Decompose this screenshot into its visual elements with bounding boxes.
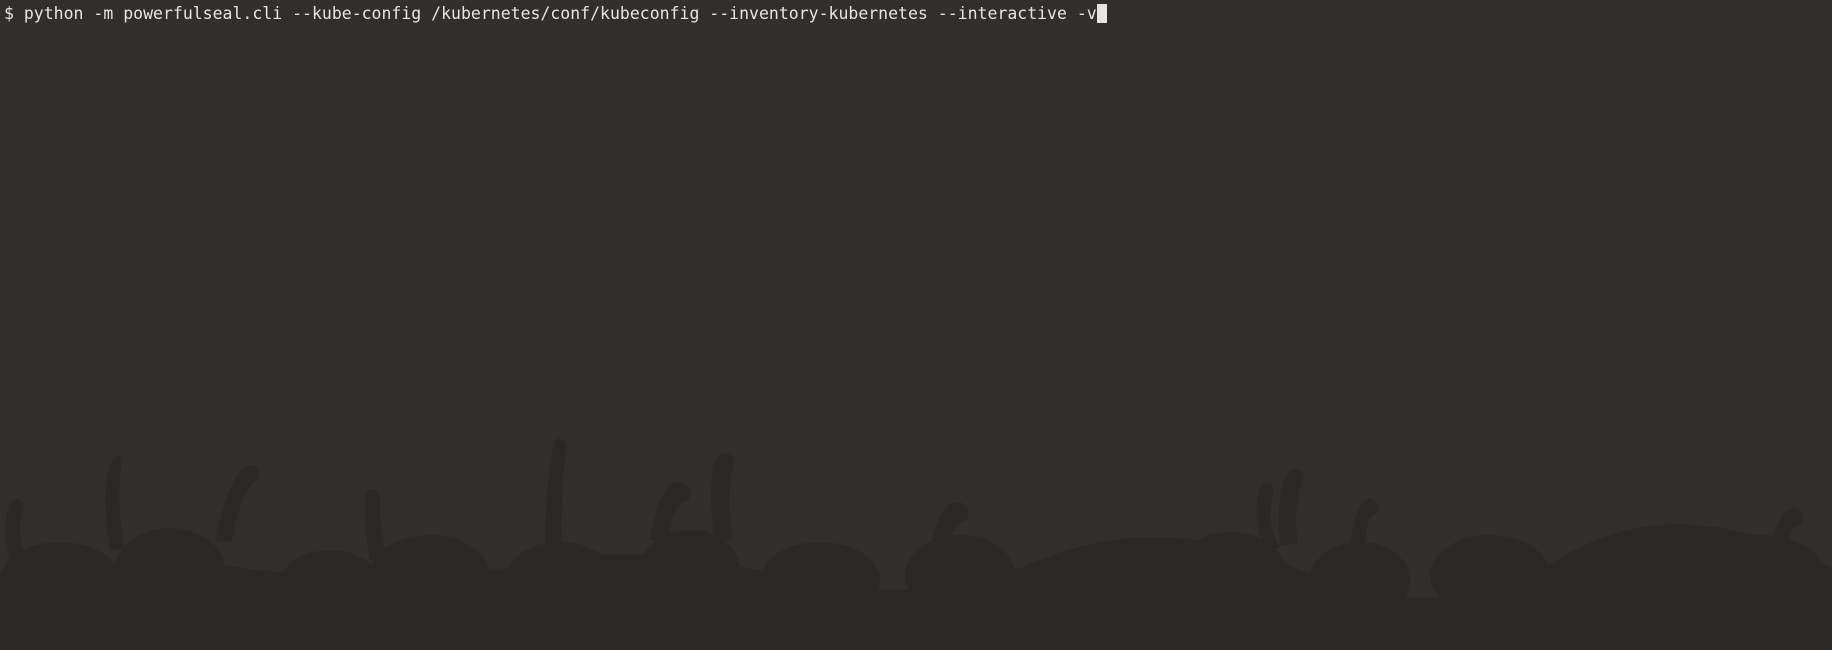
flamingo-wallpaper: [0, 438, 1832, 650]
command-text: python -m powerfulseal.cli --kube-config…: [23, 4, 1097, 23]
terminal-window[interactable]: $ python -m powerfulseal.cli --kube-conf…: [0, 0, 1832, 650]
text-cursor: [1096, 4, 1107, 23]
shell-prompt: $: [4, 4, 24, 23]
command-line[interactable]: $ python -m powerfulseal.cli --kube-conf…: [4, 3, 1107, 25]
